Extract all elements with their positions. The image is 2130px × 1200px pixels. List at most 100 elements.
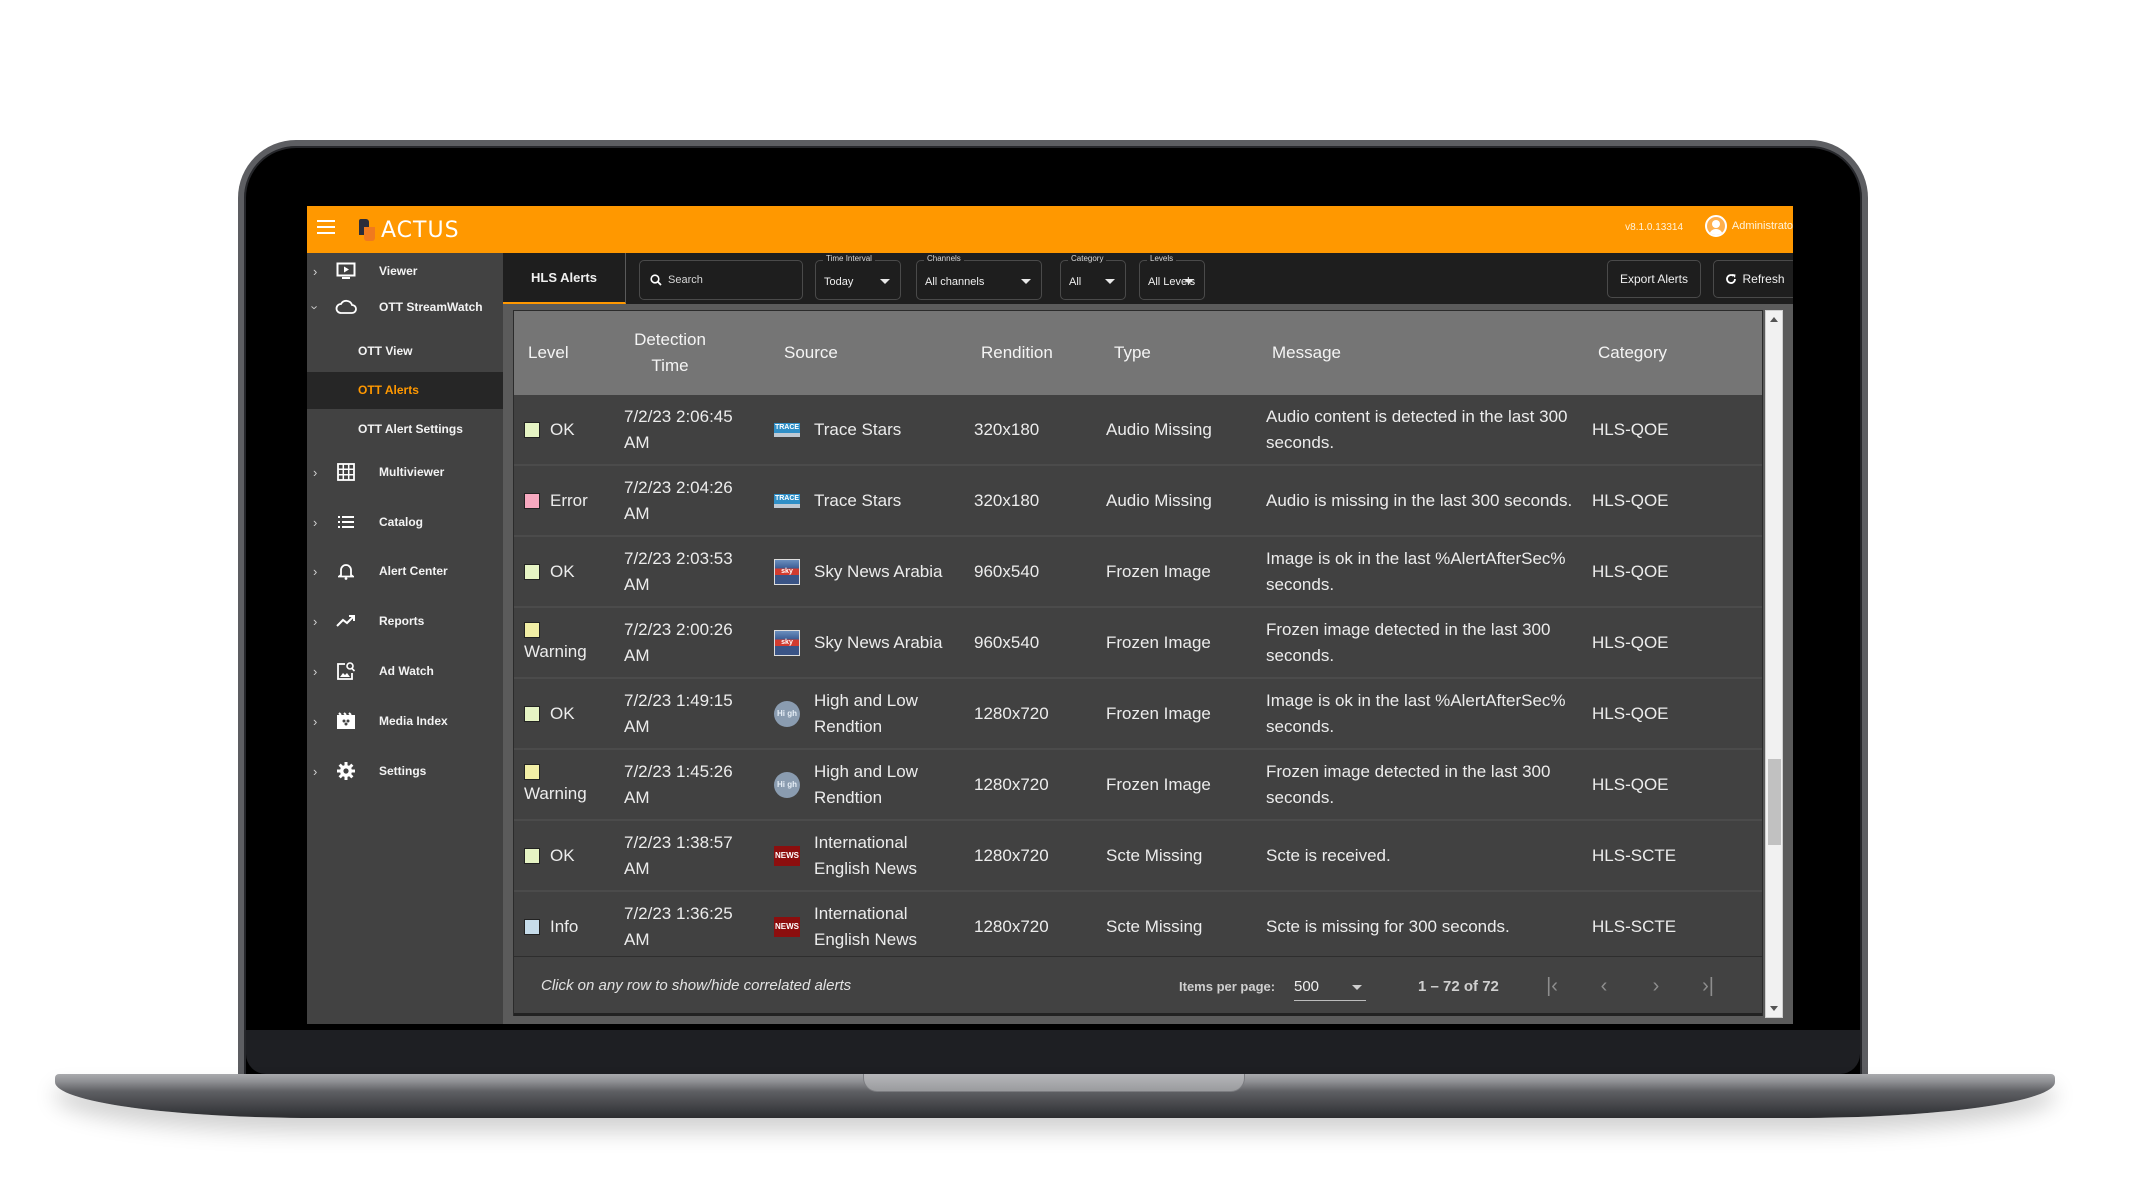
chevron-right-icon: › — [313, 563, 318, 579]
source-cell: sky Sky News Arabia — [774, 608, 944, 677]
sidebar-item-viewer[interactable]: › Viewer — [307, 253, 503, 289]
sidebar-item-ott-alerts[interactable]: OTT Alerts — [307, 372, 503, 409]
column-header-type[interactable]: Type — [1114, 311, 1151, 395]
app-screen: ACTUS v8.1.0.13314 Administrato › Viewer… — [307, 206, 1793, 1024]
table-row[interactable]: OK 7/2/23 2:03:53 AM sky Sky News Arabia 960… — [514, 537, 1762, 608]
items-per-page-select[interactable]: 500 — [1294, 973, 1366, 1001]
sidebar-item-settings[interactable]: › Settings — [307, 753, 503, 789]
sidebar-item-label: Settings — [379, 764, 427, 778]
column-header-source[interactable]: Source — [784, 311, 838, 395]
source-cell: Hi gh High and Low Rendtion — [774, 750, 944, 819]
caret-down-icon — [1184, 279, 1194, 284]
sidebar-item-label: OTT StreamWatch — [379, 300, 483, 314]
channel-logo-icon: Hi gh — [774, 771, 800, 798]
search-input[interactable] — [668, 274, 788, 286]
message-cell: Audio content is detected in the last 30… — [1266, 406, 1568, 452]
level-indicator — [524, 621, 540, 638]
levels-dropdown[interactable]: Levels All Levels — [1139, 254, 1205, 300]
chevron-right-icon: › — [313, 763, 318, 779]
last-page-button[interactable]: ›| — [1693, 971, 1723, 1001]
sidebar-item-multiviewer[interactable]: › Multiviewer — [307, 454, 503, 490]
table-footer: Click on any row to show/hide correlated… — [514, 956, 1762, 1016]
table-row[interactable]: OK 7/2/23 2:06:45 AM TRACE Trace Stars 320x1… — [514, 395, 1762, 466]
table-row[interactable]: Error 7/2/23 2:04:26 AM TRACE Trace Stars 32… — [514, 466, 1762, 537]
table-row[interactable]: OK 7/2/23 1:49:15 AM Hi gh High and Low Ren… — [514, 679, 1762, 750]
sidebar-item-ott-alert-settings[interactable]: OTT Alert Settings — [307, 411, 503, 448]
footer-hint: Click on any row to show/hide correlated… — [541, 977, 852, 994]
alerts-table: Level Detection Time Source Rendition Ty… — [513, 310, 1763, 1016]
source-cell: TRACE Trace Stars — [774, 395, 944, 464]
first-page-button[interactable]: |‹ — [1537, 971, 1567, 1001]
channels-dropdown[interactable]: Channels All channels — [916, 254, 1042, 300]
version-label: v8.1.0.13314 — [1625, 222, 1683, 233]
level-indicator — [524, 763, 540, 780]
chevron-right-icon: › — [313, 263, 318, 279]
column-header-detection-time[interactable]: Detection Time — [626, 311, 714, 395]
table-row[interactable]: Warning 7/2/23 1:45:26 AM Hi gh High and Lo… — [514, 750, 1762, 821]
source-name: Sky News Arabia — [814, 561, 943, 581]
category-cell: HLS-QOE — [1592, 419, 1669, 439]
type-cell: Frozen Image — [1106, 774, 1211, 794]
category-dropdown[interactable]: Category All — [1060, 254, 1126, 300]
source-name: High and Low Rendtion — [814, 690, 918, 736]
next-page-button[interactable]: › — [1641, 971, 1671, 1001]
chevron-right-icon: › — [313, 713, 318, 729]
image-search-icon — [335, 661, 357, 681]
menu-icon[interactable] — [317, 220, 335, 236]
table-scrollbar[interactable] — [1765, 310, 1783, 1018]
button-label: Export Alerts — [1619, 272, 1689, 286]
column-header-level[interactable]: Level — [528, 311, 569, 395]
sidebar: › Viewer › OTT StreamWatch OTT View OTT … — [307, 253, 503, 1024]
source-cell: NEWS International English News — [774, 892, 944, 956]
dropdown-label: Levels — [1147, 254, 1177, 263]
level-indicator — [524, 705, 540, 722]
column-header-message[interactable]: Message — [1272, 311, 1341, 395]
sidebar-item-ott-view[interactable]: OTT View — [307, 333, 503, 370]
chevron-right-icon: › — [1652, 974, 1660, 997]
chevron-left-icon: ‹ — [1600, 974, 1608, 997]
dropdown-label: Time Interval — [823, 254, 875, 263]
time-interval-dropdown[interactable]: Time Interval Today — [815, 254, 901, 300]
export-alerts-button[interactable]: Export Alerts — [1607, 260, 1701, 298]
table-row[interactable]: Info 7/2/23 1:36:25 AM NEWS International E… — [514, 892, 1762, 956]
first-page-icon: |‹ — [1546, 974, 1558, 997]
chevron-right-icon: › — [313, 464, 318, 480]
tab-hls-alerts[interactable]: HLS Alerts — [503, 253, 626, 304]
detection-time-cell: 7/2/23 2:06:45 AM — [624, 406, 733, 452]
message-cell: Scte is missing for 300 seconds. — [1266, 916, 1510, 936]
scroll-up-arrow-icon[interactable] — [1770, 317, 1778, 322]
detection-time-cell: 7/2/23 2:00:26 AM — [624, 619, 733, 665]
level-cell: OK — [524, 821, 575, 890]
sidebar-item-ott-streamwatch[interactable]: › OTT StreamWatch — [307, 289, 503, 325]
sidebar-item-media-index[interactable]: › Media Index — [307, 703, 503, 739]
detection-time-cell: 7/2/23 2:03:53 AM — [624, 548, 733, 594]
message-cell: Image is ok in the last %AlertAfterSec% … — [1266, 548, 1566, 594]
sidebar-item-catalog[interactable]: › Catalog — [307, 504, 503, 540]
sidebar-item-ad-watch[interactable]: › Ad Watch — [307, 653, 503, 689]
pagination-range: 1 – 72 of 72 — [1418, 978, 1499, 995]
dropdown-label: Channels — [924, 254, 964, 263]
avatar-icon — [1704, 215, 1727, 237]
channel-logo-icon: NEWS — [774, 916, 800, 937]
level-cell: OK — [524, 537, 575, 606]
table-row[interactable]: OK 7/2/23 1:38:57 AM NEWS International Eng… — [514, 821, 1762, 892]
detection-time-cell: 7/2/23 1:38:57 AM — [624, 832, 733, 878]
rendition-cell: 960x540 — [974, 561, 1040, 581]
level-text: OK — [550, 561, 575, 581]
previous-page-button[interactable]: ‹ — [1589, 971, 1619, 1001]
column-header-rendition[interactable]: Rendition — [981, 311, 1053, 395]
category-cell: HLS-QOE — [1592, 490, 1669, 510]
column-header-category[interactable]: Category — [1598, 311, 1667, 395]
user-menu[interactable]: Administrato — [1704, 215, 1793, 237]
scroll-down-arrow-icon[interactable] — [1770, 1006, 1778, 1011]
dropdown-value: All channels — [925, 276, 985, 288]
sidebar-item-reports[interactable]: › Reports — [307, 603, 503, 639]
table-row[interactable]: Warning 7/2/23 2:00:26 AM sky Sky News Arab… — [514, 608, 1762, 679]
message-cell: Frozen image detected in the last 300 se… — [1266, 619, 1551, 665]
refresh-icon — [1726, 274, 1737, 284]
sidebar-item-label: Reports — [379, 614, 425, 628]
scrollbar-thumb[interactable] — [1768, 759, 1781, 845]
chevron-right-icon: › — [313, 514, 318, 530]
sidebar-item-alert-center[interactable]: › Alert Center — [307, 553, 503, 589]
refresh-button[interactable]: Refresh — [1713, 260, 1793, 298]
